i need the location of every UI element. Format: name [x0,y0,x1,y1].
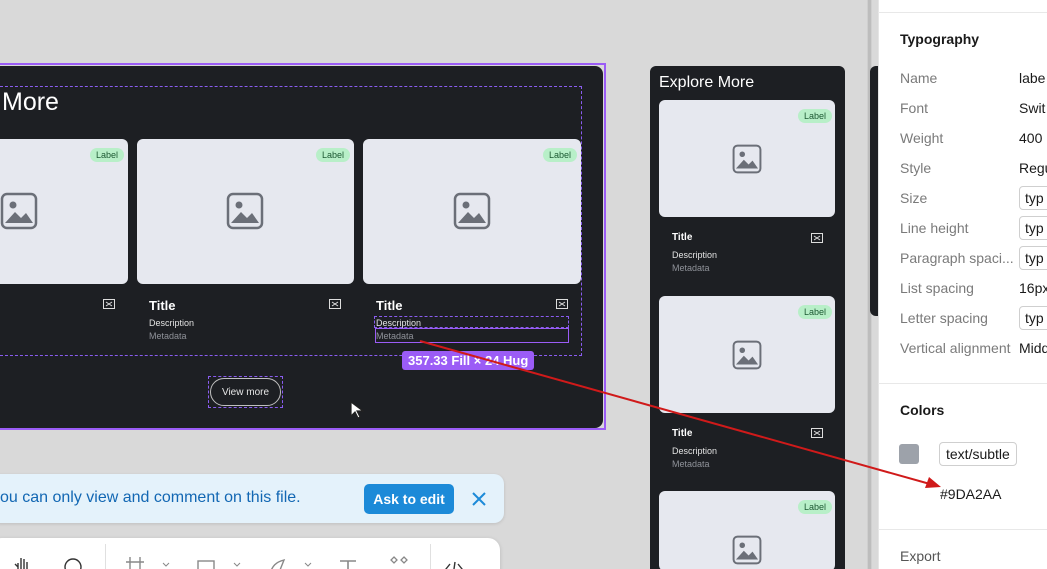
hand-icon[interactable] [12,554,34,569]
colors-title: Colors [900,402,945,418]
prop-value-name[interactable]: labe [1019,70,1045,86]
image-placeholder-icon [226,192,264,230]
prop-label-line-height: Line height [900,220,969,236]
view-more-button[interactable]: View more [210,378,281,406]
ticket-icon[interactable] [329,299,341,309]
prop-label-weight: Weight [900,130,944,146]
prop-label-paragraph-spacing: Paragraph spaci... [900,250,1014,266]
image-placeholder-icon [0,192,38,230]
prop-value-list-spacing[interactable]: 16px [1019,280,1047,296]
ticket-icon[interactable] [103,299,115,309]
card-description: Description [672,446,718,456]
card-title: Title [149,298,176,313]
prop-label-font: Font [900,100,929,116]
cursor-icon [350,400,365,419]
image-placeholder-icon [732,340,762,370]
card-metadata: Metadata [149,331,187,341]
card-title: Title [672,232,693,243]
prop-label-letter-spacing: Letter spacing [900,310,988,326]
prop-label-vertical-alignment: Vertical alignment [900,340,1011,356]
chevron-down-icon[interactable] [233,562,241,568]
chevron-down-icon[interactable] [304,562,312,568]
panel-divider [878,12,1047,13]
card-description: Description [376,318,422,328]
prop-value-weight[interactable]: 400 [1019,130,1042,146]
typography-title: Typography [900,31,980,47]
prop-token-letter-spacing[interactable]: typ [1019,306,1047,330]
export-title: Export [900,548,941,564]
card-badge: Label [316,148,351,162]
text-icon[interactable] [337,554,359,569]
prop-label-list-spacing: List spacing [900,280,974,296]
dimension-label: 357.33 Fill × 24 Hug [402,351,535,370]
frame-icon[interactable] [124,554,146,569]
prop-token-line-height[interactable]: typ [1019,216,1047,240]
color-token[interactable]: text/subtle [939,442,1017,466]
ticket-icon[interactable] [811,233,823,243]
prop-value-style[interactable]: Regu [1019,160,1047,176]
close-icon[interactable] [470,490,488,508]
card-badge: Label [798,500,833,514]
image-placeholder-icon [732,144,762,174]
prop-value-font[interactable]: Swit [1019,100,1045,116]
ask-to-edit-button[interactable]: Ask to edit [364,484,454,514]
components-icon[interactable] [388,554,410,569]
card-badge: Label [798,305,833,319]
card-title: Title [672,428,693,439]
card-badge: Label [543,148,578,162]
panel-divider [878,529,1047,530]
image-placeholder-icon [453,192,491,230]
view-only-message: ou can only view and comment on this fil… [0,489,301,506]
prop-label-size: Size [900,190,928,206]
card-badge: Label [798,109,833,123]
toolbar-divider [105,544,106,569]
prop-token-size[interactable]: typ [1019,186,1047,210]
dev-mode-icon[interactable] [443,554,465,569]
card-metadata: Metadata [672,459,710,469]
prop-token-paragraph-spacing[interactable]: typ [1019,246,1047,270]
prop-label-name: Name [900,70,938,86]
frame-heading[interactable]: More [2,88,59,117]
image-placeholder-icon [732,535,762,565]
chevron-down-icon[interactable] [162,562,170,568]
card-title: Title [376,298,403,313]
card-description: Description [672,250,718,260]
panel-divider [878,383,1047,384]
metadata-selection-box[interactable] [375,328,569,343]
ticket-icon[interactable] [556,299,568,309]
comment-icon[interactable] [62,554,84,569]
card-description: Description [149,318,195,328]
card-badge: Label [90,148,125,162]
side-frame-heading[interactable]: Explore More [659,74,754,92]
color-hex-value[interactable]: #9DA2AA [940,486,1001,502]
prop-value-vertical-alignment[interactable]: Midd [1019,340,1047,356]
pen-icon[interactable] [266,554,288,569]
toolbar-divider [430,544,431,569]
color-swatch[interactable] [899,444,919,464]
prop-label-style: Style [900,160,932,176]
rectangle-icon[interactable] [195,554,217,569]
ticket-icon[interactable] [811,428,823,438]
card-metadata: Metadata [672,263,710,273]
